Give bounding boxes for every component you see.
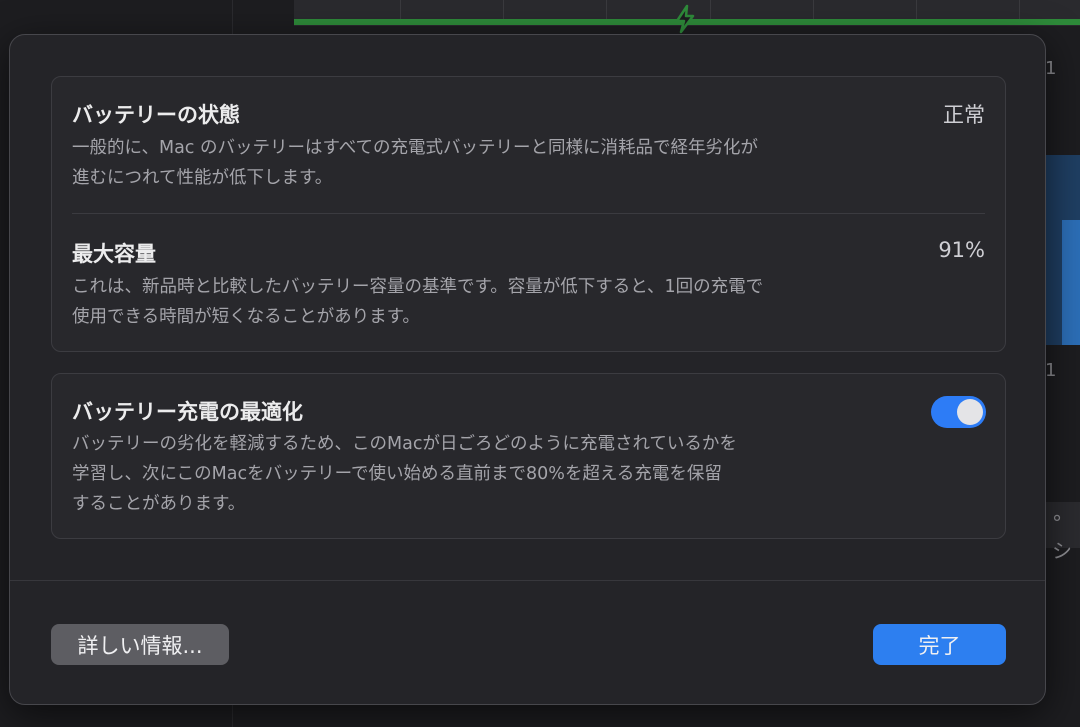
description-line: 学習し、次にこのMacをバッテリーで使い始める直前まで80%を超える充電を保留 (72, 464, 722, 484)
more-info-button-label: 詳しい情報... (77, 633, 203, 658)
chart-gridline (503, 0, 504, 19)
background-label: 1 (1045, 58, 1057, 79)
max-capacity-title: 最大容量 (72, 242, 156, 266)
max-capacity-description: これは、新品時と比較したバッテリー容量の基準です。容量が低下すると、1回の充電で… (72, 272, 922, 332)
more-info-button[interactable]: 詳しい情報... (51, 624, 229, 665)
max-capacity-value: 91% (938, 238, 985, 262)
optimized-charging-toggle[interactable] (931, 396, 986, 428)
done-button-label: 完了 (918, 633, 961, 658)
chart-gridline (813, 0, 814, 19)
optimized-charging-card: バッテリー充電の最適化 バッテリーの劣化を軽減するため、このMacが日ごろどのよ… (51, 373, 1006, 539)
battery-condition-row: バッテリーの状態 正常 一般的に、Mac のバッテリーはすべての充電式バッテリー… (52, 77, 1005, 213)
max-capacity-row: 最大容量 91% これは、新品時と比較したバッテリー容量の基準です。容量が低下す… (52, 214, 1005, 353)
chart-gridline (916, 0, 917, 19)
description-line: これは、新品時と比較したバッテリー容量の基準です。容量が低下すると、1回の充電で (72, 277, 764, 297)
description-line: 一般的に、Mac のバッテリーはすべての充電式バッテリーと同様に消耗品で経年劣化… (72, 138, 759, 158)
chart-gridline (1019, 0, 1020, 19)
optimized-charging-title: バッテリー充電の最適化 (72, 400, 303, 424)
optimized-charging-description: バッテリーの劣化を軽減するため、このMacが日ごろどのように充電されているかを … (72, 429, 922, 519)
background-label: 1 (1045, 360, 1057, 381)
description-line: バッテリーの劣化を軽減するため、このMacが日ごろどのように充電されているかを (72, 434, 737, 454)
description-line: 使用できる時間が短くなることがあります。 (72, 307, 420, 327)
battery-info-card: バッテリーの状態 正常 一般的に、Mac のバッテリーはすべての充電式バッテリー… (51, 76, 1006, 352)
chart-gridline (710, 0, 711, 19)
battery-condition-title: バッテリーの状態 (72, 103, 240, 127)
battery-health-sheet: バッテリーの状態 正常 一般的に、Mac のバッテリーはすべての充電式バッテリー… (9, 34, 1046, 705)
description-line: することがあります。 (72, 494, 246, 514)
description-line: 進むにつれて性能が低下します。 (72, 168, 333, 188)
optimized-charging-row: バッテリー充電の最適化 バッテリーの劣化を軽減するため、このMacが日ごろどのよ… (52, 374, 1005, 540)
chart-gridline (606, 0, 607, 19)
background-tab-label: °シ (1052, 511, 1072, 563)
background-tab: °シ (1046, 502, 1080, 563)
background-usage-bar (1062, 220, 1080, 345)
footer-separator (10, 580, 1045, 581)
battery-condition-value: 正常 (943, 103, 985, 127)
charging-bolt-icon (675, 4, 695, 34)
battery-condition-description: 一般的に、Mac のバッテリーはすべての充電式バッテリーと同様に消耗品で経年劣化… (72, 133, 922, 193)
chart-gridline (400, 0, 401, 19)
toggle-knob (957, 399, 983, 425)
done-button[interactable]: 完了 (873, 624, 1006, 665)
